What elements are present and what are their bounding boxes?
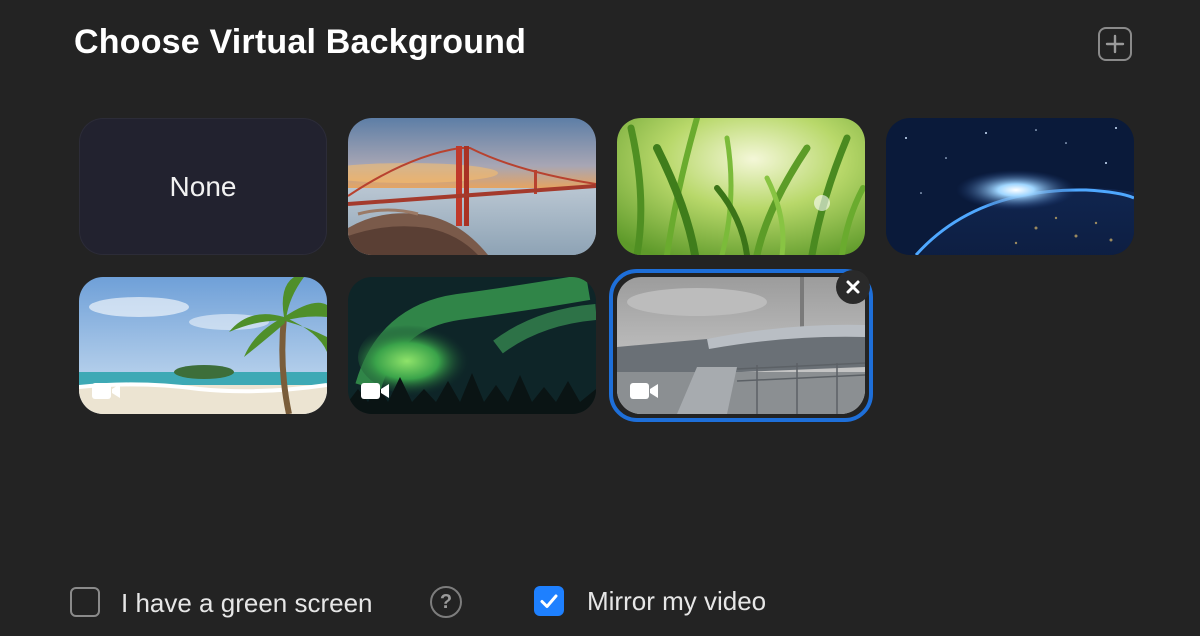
- page-title: Choose Virtual Background: [74, 23, 527, 61]
- grass-thumbnail: [617, 118, 865, 255]
- selected-background-ring: [609, 269, 873, 422]
- green-screen-label[interactable]: I have a green screen: [121, 587, 373, 619]
- add-background-button[interactable]: [1098, 27, 1132, 61]
- background-grass-tile[interactable]: [617, 118, 865, 255]
- mirror-video-label[interactable]: Mirror my video: [587, 585, 766, 617]
- checkmark-icon: [540, 594, 558, 608]
- background-none-tile[interactable]: None: [79, 118, 327, 255]
- video-camera-icon: [92, 383, 120, 399]
- mirror-video-checkbox[interactable]: [534, 586, 564, 616]
- background-earth-tile[interactable]: [886, 118, 1134, 255]
- background-golden-gate-tile[interactable]: [348, 118, 596, 255]
- background-aurora-tile[interactable]: [348, 277, 596, 414]
- plus-icon: [1105, 34, 1125, 54]
- help-icon[interactable]: ?: [430, 586, 462, 618]
- earth-thumbnail: [886, 118, 1134, 255]
- green-screen-checkbox[interactable]: [70, 587, 100, 617]
- video-camera-icon: [361, 383, 389, 399]
- golden-gate-thumbnail: [348, 118, 596, 255]
- none-label: None: [169, 171, 237, 202]
- background-beach-tile[interactable]: [79, 277, 327, 414]
- remove-background-button[interactable]: [836, 270, 870, 304]
- close-icon: [846, 280, 860, 294]
